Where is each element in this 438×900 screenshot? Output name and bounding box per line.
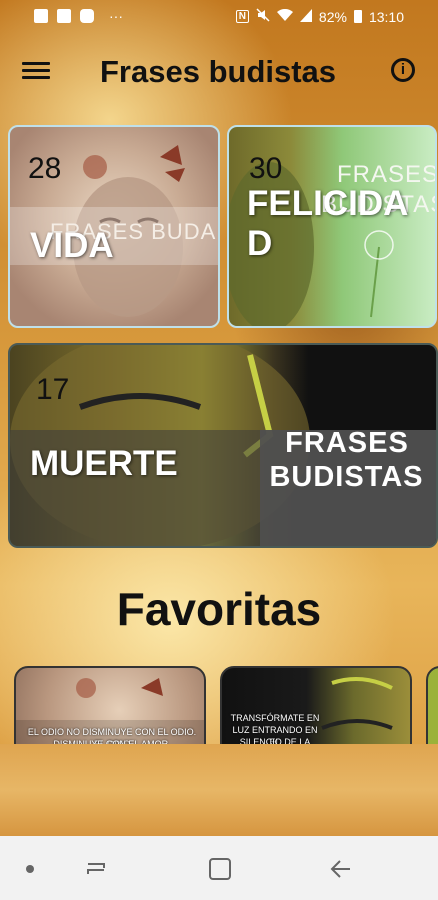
- category-count: 28: [28, 152, 62, 185]
- signal-icon: [299, 8, 312, 25]
- wifi-icon: [276, 8, 293, 25]
- clock: 13:10: [368, 8, 404, 25]
- dot-icon[interactable]: [10, 856, 50, 882]
- app-bar: Frases budistas i: [0, 44, 438, 102]
- category-count: 30: [249, 152, 283, 185]
- more-icon: ···: [109, 8, 123, 24]
- category-label-line1: FELICIDA: [247, 184, 409, 223]
- app-icon: [80, 9, 94, 23]
- status-bar: ··· N 82% 13:10: [0, 0, 438, 34]
- category-count: 17: [36, 373, 70, 406]
- card-image-text-line2: BUDISTAS: [269, 461, 424, 493]
- battery-icon: [353, 10, 362, 23]
- info-icon[interactable]: i: [391, 58, 415, 82]
- category-label-line2: D: [247, 224, 273, 263]
- gallery-icon: [34, 9, 48, 23]
- hamburger-menu-icon[interactable]: [22, 58, 50, 86]
- background-lower: [0, 744, 438, 836]
- system-nav-bar: [0, 836, 438, 900]
- dropbox-icon: [57, 9, 71, 23]
- category-card-vida[interactable]: 28 FRASES BUDA VIDA: [8, 125, 220, 328]
- category-label: MUERTE: [30, 444, 178, 483]
- category-card-felicidad[interactable]: 30 FRASES BUDISTAS FELICIDA D: [227, 125, 437, 328]
- back-icon[interactable]: [322, 856, 362, 882]
- card-image-text-line1: FRASES: [285, 427, 409, 459]
- favorites-title: Favoritas: [116, 583, 322, 635]
- quote-line: TRANSFÓRMATE EN: [230, 713, 320, 723]
- mute-icon: [256, 8, 270, 25]
- page-title: Frases budistas: [100, 54, 337, 89]
- home-icon[interactable]: [200, 856, 240, 882]
- category-label: VIDA: [30, 226, 114, 265]
- nfc-icon: N: [235, 10, 249, 23]
- battery-level: 82%: [318, 8, 347, 25]
- category-card-muerte[interactable]: 17 FRASES BUDISTAS MUERTE: [8, 343, 438, 548]
- recents-icon[interactable]: [78, 856, 118, 882]
